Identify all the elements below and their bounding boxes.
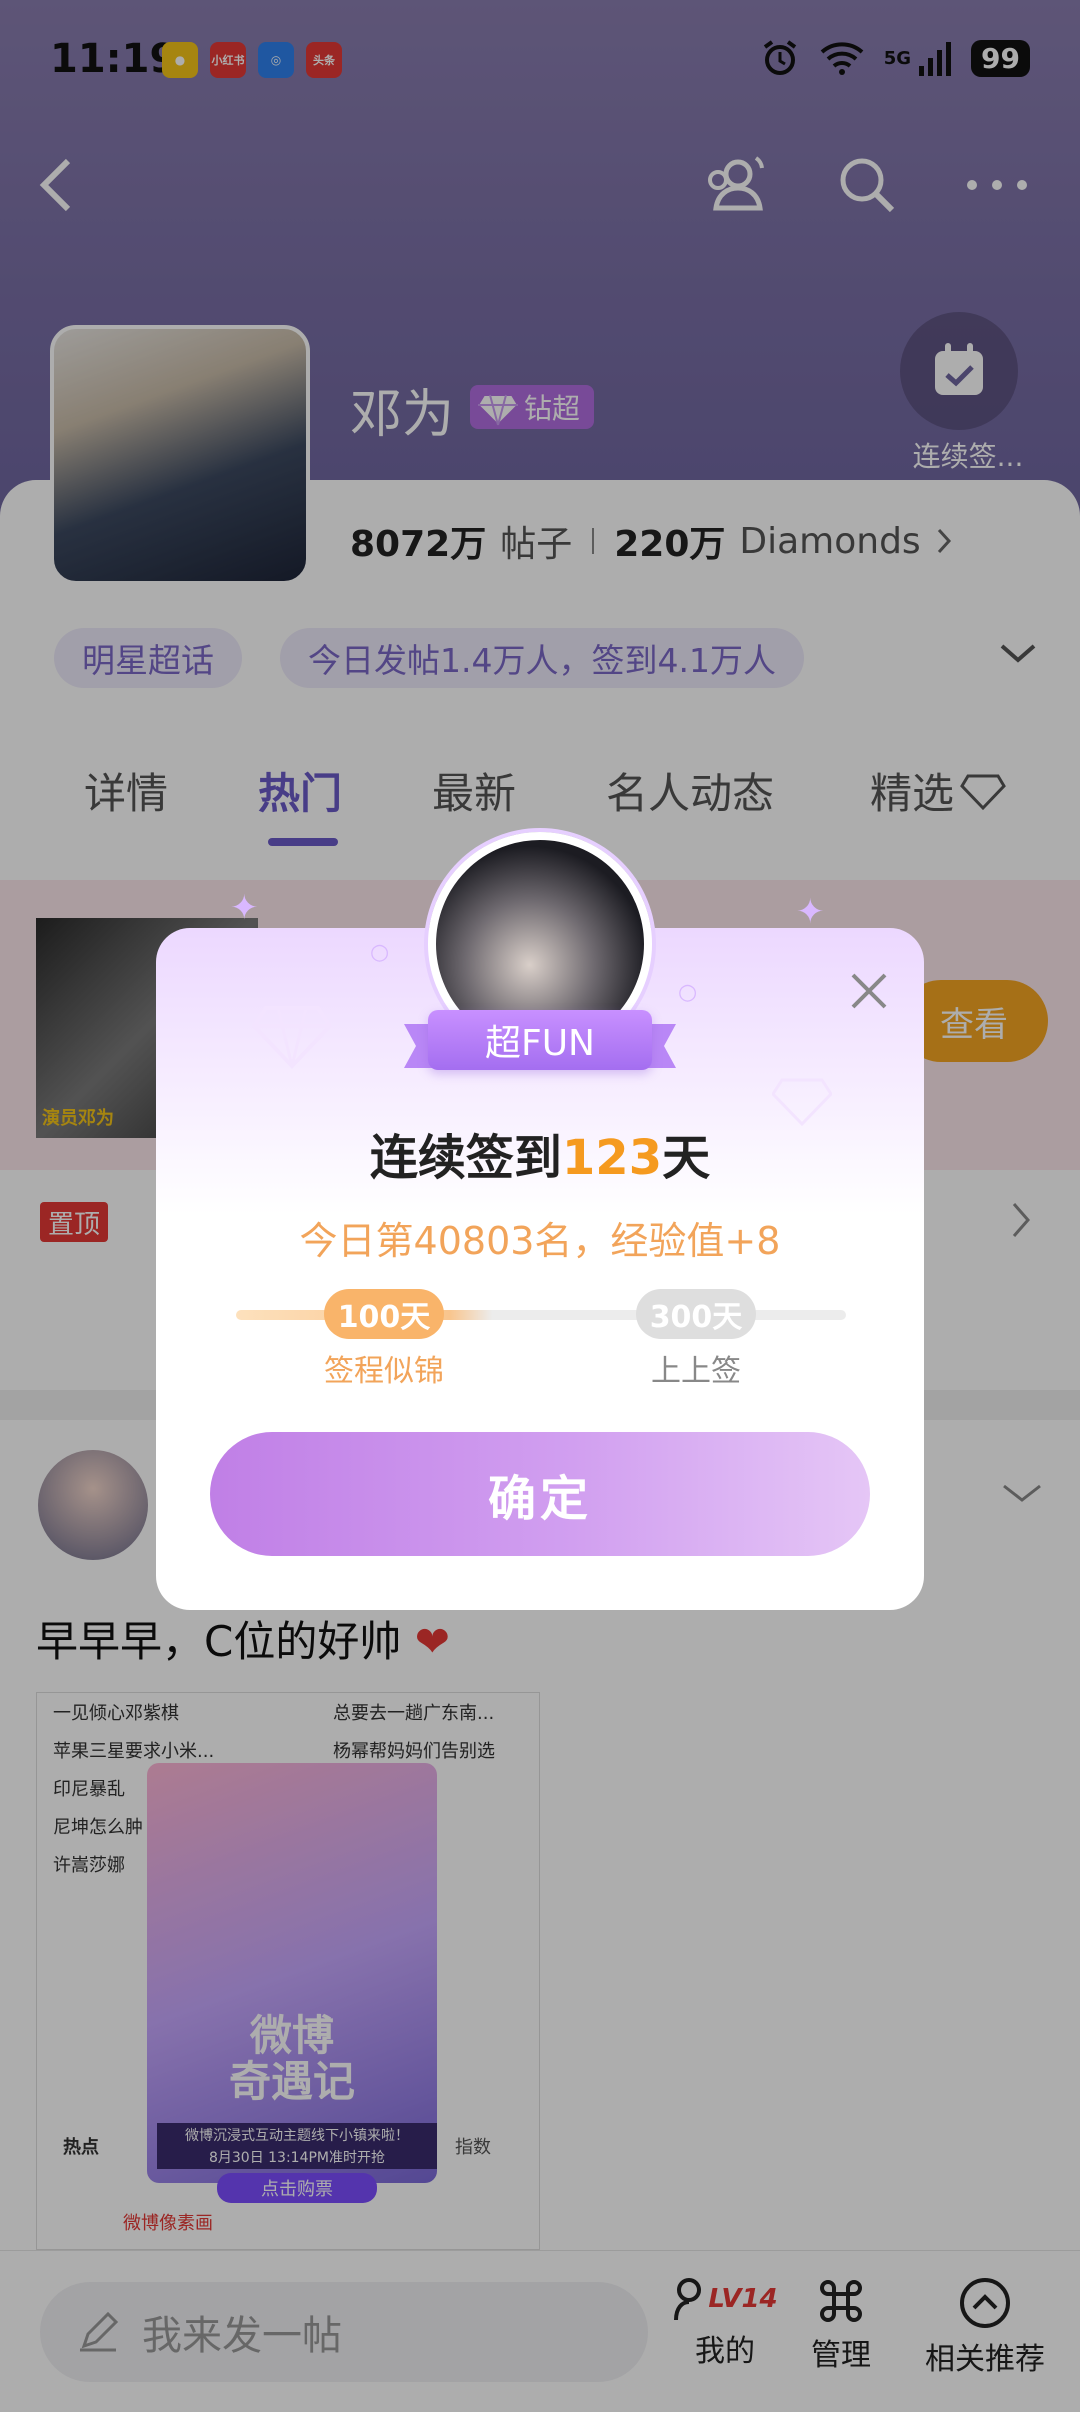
milestone-100: 100天 xyxy=(324,1289,444,1339)
title-suffix: 天 xyxy=(662,1130,711,1186)
signin-days: 123 xyxy=(561,1130,663,1186)
dialog-title: 连续签到123天 xyxy=(156,1118,924,1188)
dialog-subtitle: 今日第40803名，经验值+8 xyxy=(299,1219,781,1263)
title-prefix: 连续签到 xyxy=(369,1130,562,1186)
sparkle-icon: ✦ xyxy=(796,892,825,932)
milestone-300: 300天 xyxy=(636,1289,756,1339)
milestone-300-label: 上上签 xyxy=(651,1354,741,1389)
sparkle-icon: ○ xyxy=(678,980,698,1005)
sparkle-icon: ✦ xyxy=(230,888,259,928)
dialog-close-button[interactable] xyxy=(836,958,902,1024)
confirm-button[interactable]: 确定 xyxy=(210,1432,870,1556)
milestone-100-label: 签程似锦 xyxy=(324,1354,444,1389)
close-icon xyxy=(851,973,887,1009)
diamond-decoration-icon xyxy=(252,1006,332,1069)
sparkle-icon: ○ xyxy=(370,940,390,965)
fan-level-ribbon: 超FUN xyxy=(428,1010,652,1070)
